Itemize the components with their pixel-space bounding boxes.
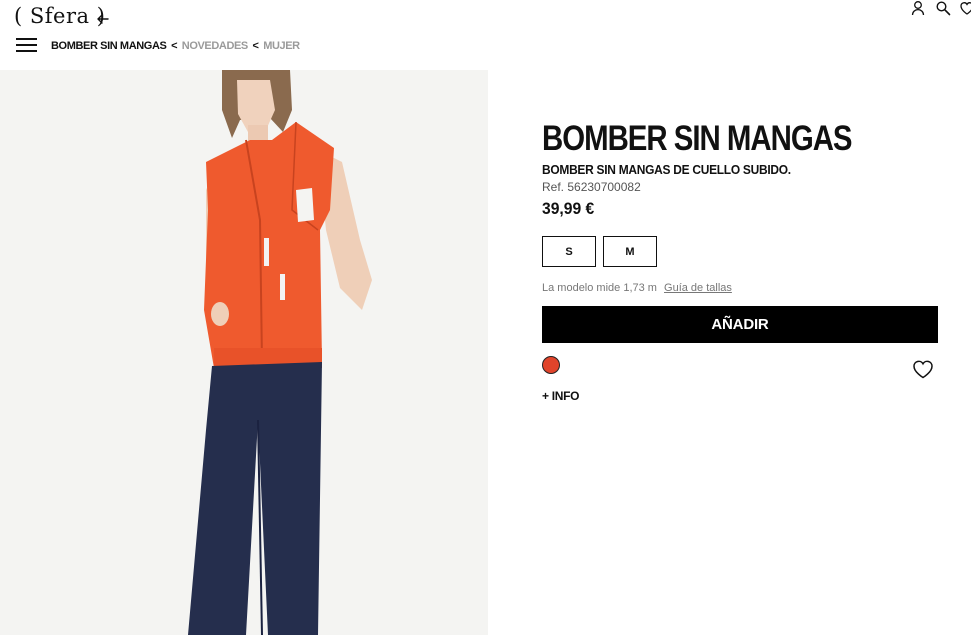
product-price: 39,99 € — [542, 199, 595, 218]
sfera-logo[interactable]: ( Sfera ) — [14, 4, 105, 28]
user-icon[interactable] — [910, 0, 926, 16]
breadcrumb-separator: < — [171, 40, 178, 52]
size-button-m[interactable]: M — [603, 236, 657, 267]
color-swatch-orange[interactable] — [542, 356, 560, 374]
arrow-left-icon[interactable] — [96, 12, 110, 26]
search-icon[interactable] — [935, 0, 951, 16]
product-title: BOMBER SIN MANGAS — [542, 119, 853, 158]
size-selector: S M — [542, 236, 938, 267]
size-button-s[interactable]: S — [542, 236, 596, 267]
site-header: ( Sfera ) BOMBER SIN MANGAS < NOVEDADES … — [0, 0, 971, 68]
size-guide-link[interactable]: Guía de tallas — [664, 282, 732, 294]
model-info-row: La modelo mide 1,73 m Guía de tallas — [542, 282, 938, 294]
product-image[interactable] — [0, 70, 488, 635]
wishlist-heart-icon[interactable] — [912, 359, 934, 379]
breadcrumb-link-novedades[interactable]: NOVEDADES — [182, 40, 248, 52]
color-row — [542, 356, 938, 380]
product-subtitle: BOMBER SIN MANGAS DE CUELLO SUBIDO. — [542, 162, 791, 177]
product-ref: Ref. 56230700082 — [542, 180, 641, 194]
add-to-cart-button[interactable]: AÑADIR — [542, 306, 938, 343]
product-info: BOMBER SIN MANGAS BOMBER SIN MANGAS DE C… — [542, 118, 938, 403]
model-info: La modelo mide 1,73 m — [542, 282, 657, 294]
breadcrumb-link-mujer[interactable]: MUJER — [263, 40, 300, 52]
more-info-link[interactable]: + INFO — [542, 389, 938, 403]
breadcrumb-separator: < — [252, 40, 259, 52]
hamburger-menu-icon[interactable] — [16, 38, 37, 53]
breadcrumb: BOMBER SIN MANGAS < NOVEDADES < MUJER — [51, 40, 300, 52]
breadcrumb-current: BOMBER SIN MANGAS — [51, 40, 167, 52]
heart-icon[interactable] — [959, 0, 971, 16]
